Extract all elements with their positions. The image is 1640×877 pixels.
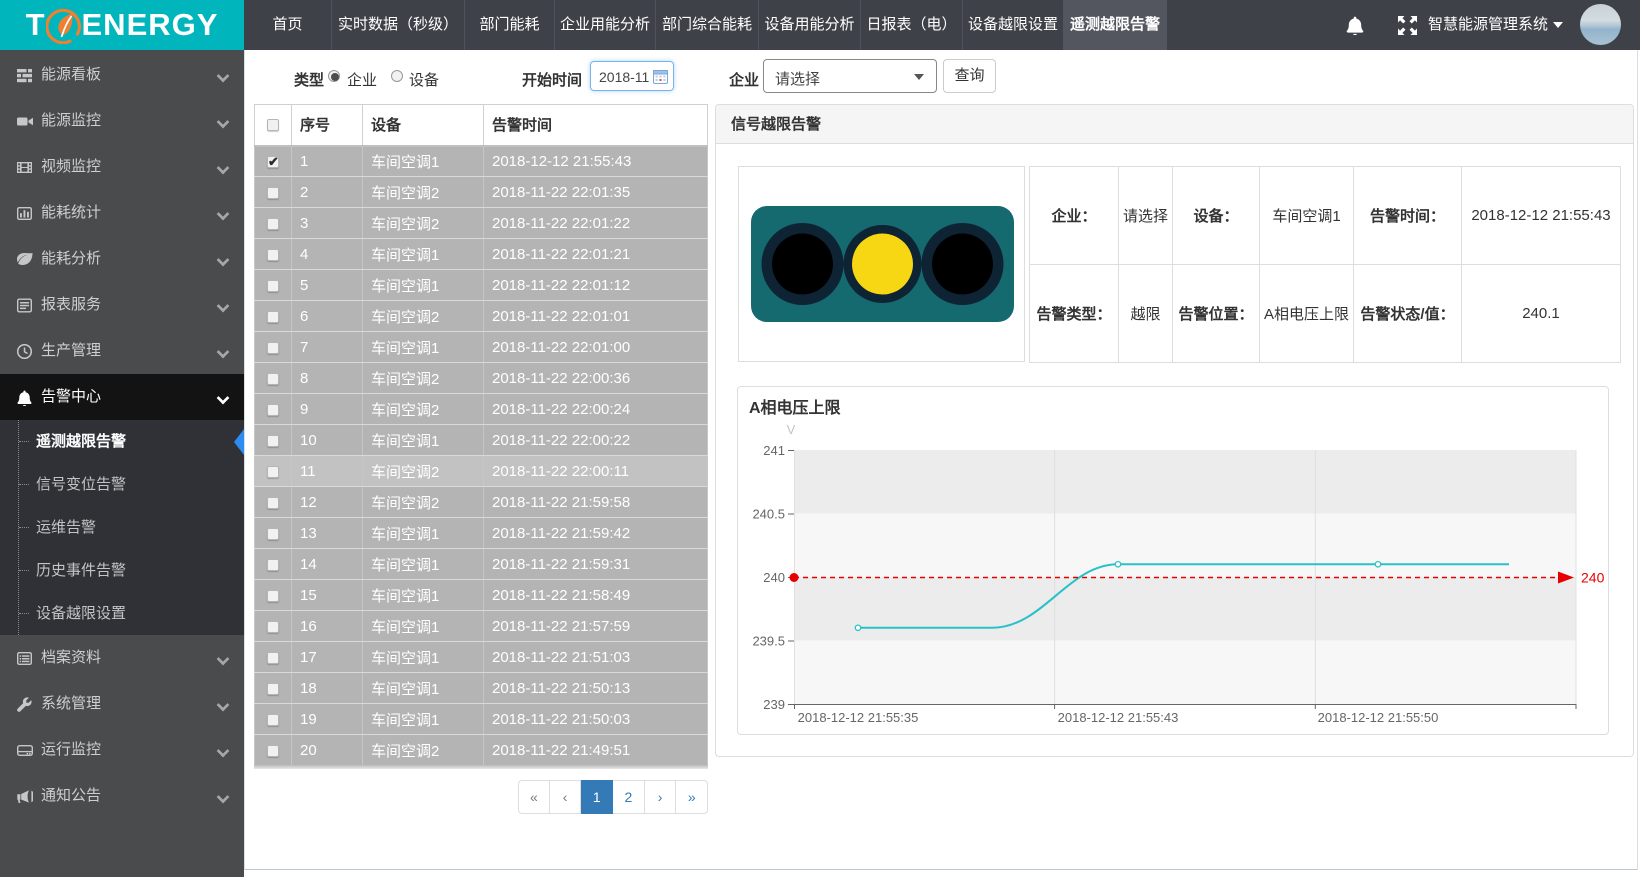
svg-text:240: 240 <box>763 570 785 585</box>
svg-text:2018-12-12 21:55:43: 2018-12-12 21:55:43 <box>1058 710 1179 725</box>
svg-text:240.5: 240.5 <box>752 507 785 522</box>
svg-text:241: 241 <box>763 443 785 458</box>
svg-text:2018-12-12 21:55:50: 2018-12-12 21:55:50 <box>1318 710 1439 725</box>
svg-text:240: 240 <box>1581 570 1605 586</box>
svg-text:239.5: 239.5 <box>752 634 785 649</box>
svg-text:V: V <box>787 422 796 437</box>
svg-text:239: 239 <box>763 697 785 712</box>
svg-text:2018-12-12 21:55:35: 2018-12-12 21:55:35 <box>798 710 919 725</box>
